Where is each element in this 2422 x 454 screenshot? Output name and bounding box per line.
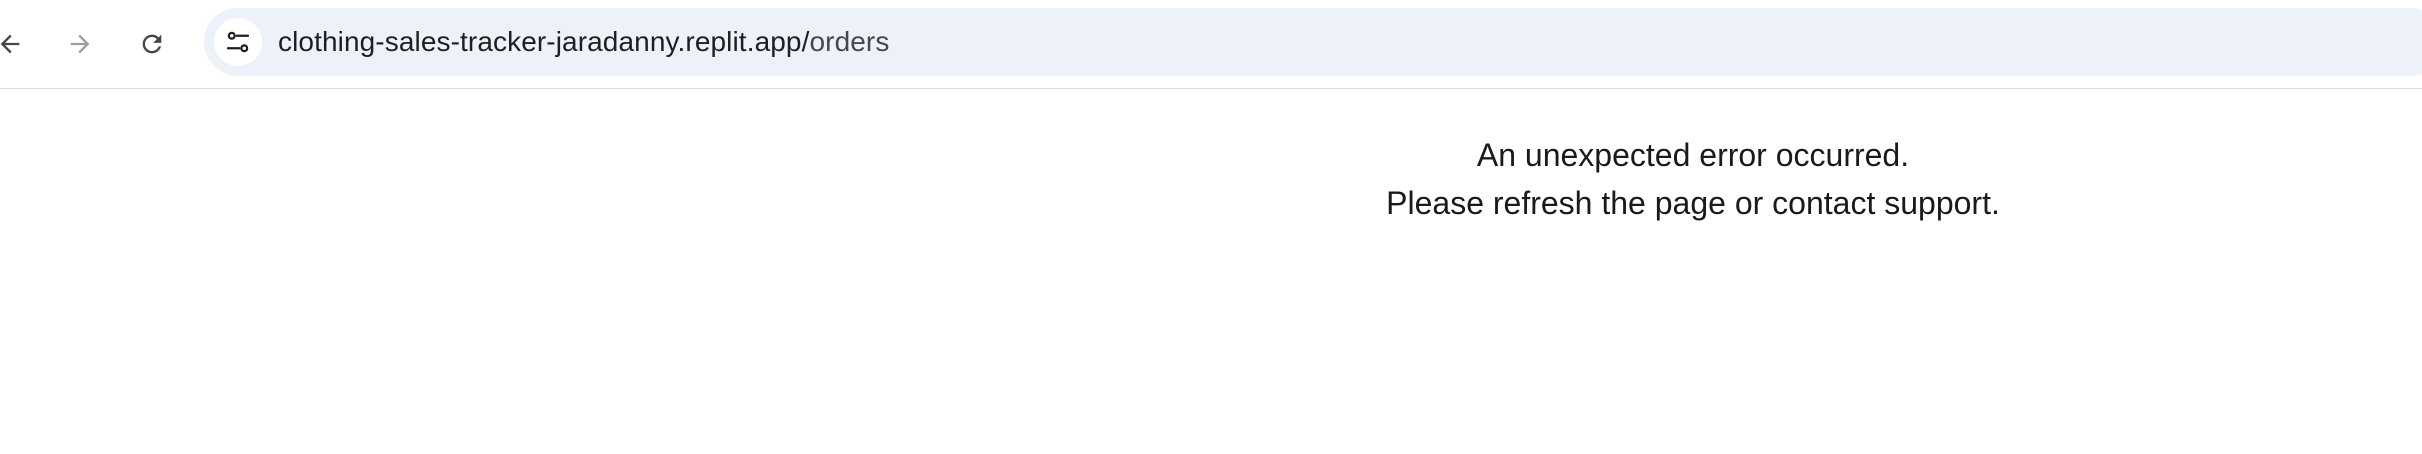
url-text[interactable]: clothing-sales-tracker-jaradanny.replit.…	[278, 8, 889, 76]
browser-toolbar: clothing-sales-tracker-jaradanny.replit.…	[0, 0, 2422, 89]
back-button[interactable]	[0, 20, 34, 68]
url-path: orders	[809, 26, 890, 57]
site-info-button[interactable]	[214, 18, 262, 66]
error-message: An unexpected error occurred. Please ref…	[1093, 131, 2293, 227]
url-host: clothing-sales-tracker-jaradanny.replit.…	[278, 26, 810, 57]
arrow-back-icon	[0, 34, 20, 54]
error-line-2: Please refresh the page or contact suppo…	[1386, 185, 2000, 221]
arrow-forward-icon	[70, 34, 90, 54]
reload-icon	[142, 34, 162, 54]
tune-icon	[226, 31, 250, 53]
reload-button[interactable]	[128, 20, 176, 68]
forward-button[interactable]	[56, 20, 104, 68]
address-bar[interactable]: clothing-sales-tracker-jaradanny.replit.…	[204, 8, 2422, 76]
error-line-1: An unexpected error occurred.	[1476, 137, 1910, 173]
page-content: An unexpected error occurred. Please ref…	[0, 89, 2422, 454]
